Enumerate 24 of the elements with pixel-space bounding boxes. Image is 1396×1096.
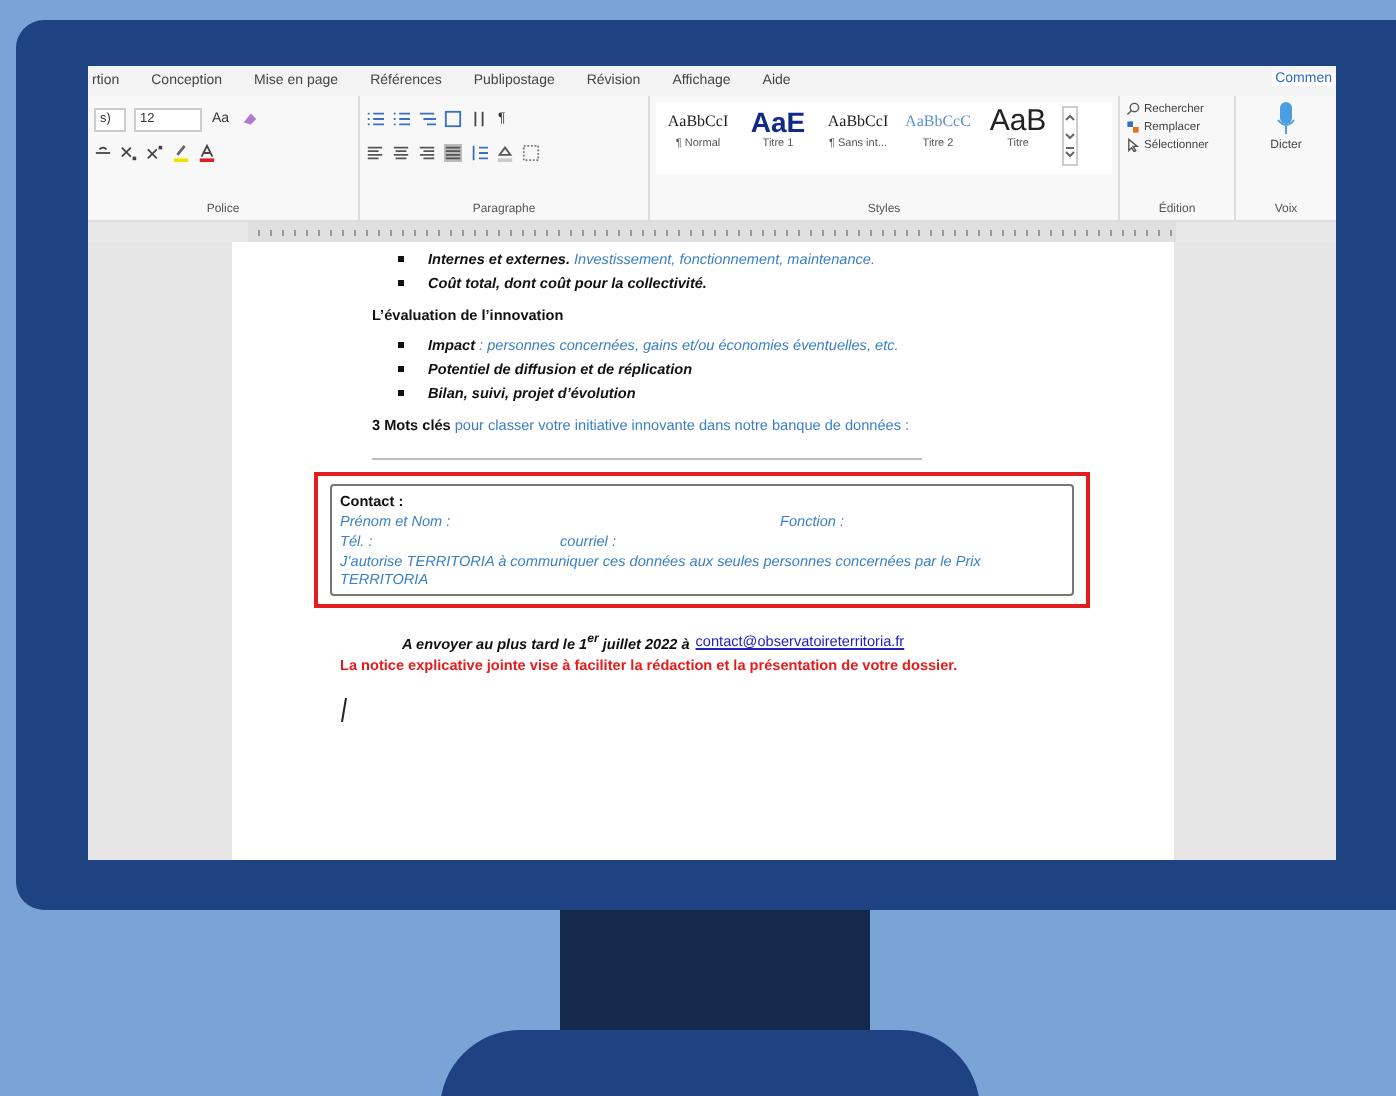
font-color-icon[interactable] — [198, 144, 216, 162]
align-right-icon[interactable] — [418, 144, 436, 162]
multilevel-list-icon[interactable] — [418, 110, 436, 128]
gallery-scroll-icon[interactable] — [1062, 106, 1078, 166]
text-cursor-icon — [340, 698, 348, 723]
superscript-icon[interactable] — [146, 144, 164, 162]
bullet-list-icon[interactable] — [366, 110, 384, 128]
pointer-icon — [1126, 138, 1140, 152]
subscript-icon[interactable] — [120, 144, 138, 162]
justify-icon[interactable] — [444, 144, 462, 162]
bullet-icon — [398, 341, 404, 347]
bullet-icon — [398, 255, 404, 261]
eraser-icon[interactable] — [239, 110, 258, 128]
highlighter-icon[interactable] — [172, 144, 190, 162]
shading-icon[interactable] — [496, 144, 514, 162]
search-icon — [1126, 102, 1140, 116]
bullet-icon — [398, 365, 404, 371]
bullet-icon — [398, 389, 404, 395]
align-left-icon[interactable] — [366, 144, 384, 162]
align-center-icon[interactable] — [392, 144, 410, 162]
bullet-icon — [398, 279, 404, 285]
replace-icon — [1126, 120, 1140, 134]
line-spacing-icon[interactable] — [470, 144, 488, 162]
borders-icon[interactable] — [522, 144, 540, 162]
